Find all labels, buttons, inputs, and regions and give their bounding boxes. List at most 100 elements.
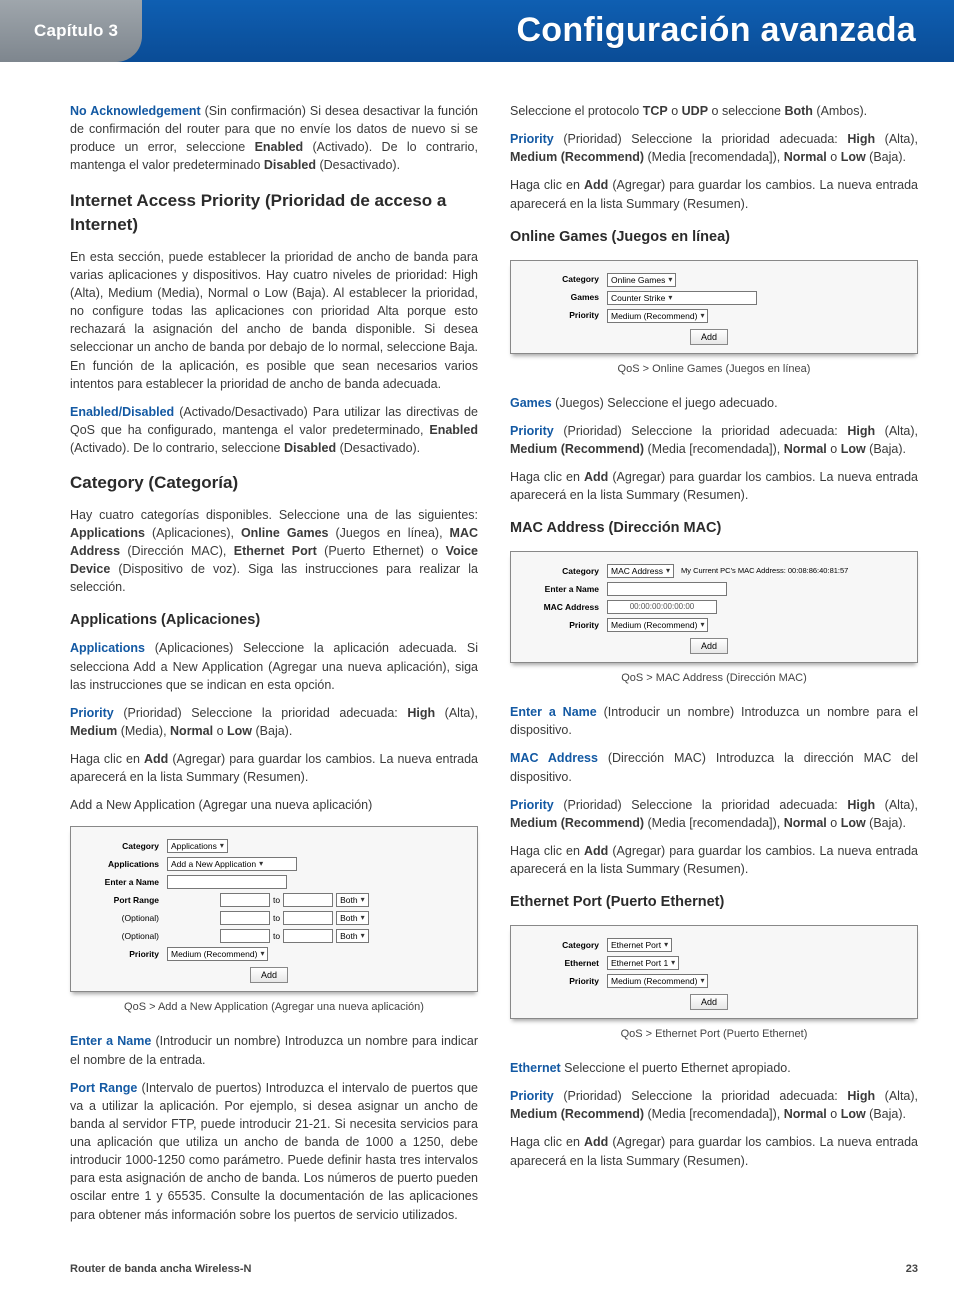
text: o [827,1107,841,1121]
label-applications: Applications [71,858,167,870]
para-mac-add: Haga clic en Add (Agregar) para guardar … [510,842,918,878]
add-button[interactable]: Add [690,329,728,345]
text: (Alta), [875,424,918,438]
text: (Ambos). [813,104,867,118]
bold: Add [584,1135,608,1149]
para-mac-enter-name: Enter a Name (Introducir un nombre) Intr… [510,703,918,739]
input-enter-name[interactable] [167,875,287,889]
para-port-range: Port Range (Intervalo de puertos) Introd… [70,1079,478,1224]
input-port-to-1[interactable] [283,893,333,907]
bold: High [847,798,875,812]
text: Hay cuatro categorías disponibles. Selec… [70,508,478,522]
bold: Normal [170,724,213,738]
bold: Ethernet Port [234,544,317,558]
label-category: Category [71,840,167,852]
select-game[interactable]: Counter Strike [607,291,757,305]
label-priority: Priority [511,309,607,321]
label-priority: Priority [511,975,607,987]
select-category[interactable]: MAC Address [607,564,674,578]
text: (Prioridad) Seleccione la prioridad adec… [554,1089,848,1103]
term-priority: Priority [510,424,554,438]
select-applications[interactable]: Add a New Application [167,857,297,871]
footer-left: Router de banda ancha Wireless-N [70,1262,251,1278]
para-apps-add: Haga clic en Add (Agregar) para guardar … [70,750,478,786]
bold: Normal [784,442,827,456]
text: Seleccione el puerto Ethernet apropiado. [561,1061,791,1075]
text: (Aplicaciones), [145,526,241,540]
para-categories: Hay cuatro categorías disponibles. Selec… [70,506,478,597]
heading-ethernet-port: Ethernet Port (Puerto Ethernet) [510,892,918,913]
term-mac-address: MAC Address [510,751,598,765]
heading-applications: Applications (Aplicaciones) [70,610,478,631]
input-mac-address[interactable]: 00:00:00:00:00:00 [607,600,717,614]
term-games: Games [510,396,552,410]
text: (Dirección MAC), [120,544,234,558]
bold: Add [144,752,168,766]
para-iap-intro: En esta sección, puede establecer la pri… [70,248,478,393]
term-enabled-disabled: Enabled/Disabled [70,405,174,419]
text: (Baja). [252,724,292,738]
para-applications: Applications (Aplicaciones) Seleccione l… [70,639,478,693]
select-priority[interactable]: Medium (Recommend) [607,618,708,632]
input-port-from-3[interactable] [220,929,270,943]
select-proto-3[interactable]: Both [336,929,369,943]
text: (Baja). [866,1107,906,1121]
term-priority: Priority [510,1089,554,1103]
text: (Media [recomendada]), [644,442,784,456]
text: Haga clic en [510,1135,584,1149]
para-games-add: Haga clic en Add (Agregar) para guardar … [510,468,918,504]
bold: High [407,706,435,720]
input-enter-name[interactable] [607,582,727,596]
left-column: No Acknowledgement (Sin confirmación) Si… [70,102,478,1240]
bold: Enabled [255,140,304,154]
bold: Medium [70,724,117,738]
para-proto-priority: Priority (Prioridad) Seleccione la prior… [510,130,918,166]
text: (Baja). [866,816,906,830]
select-priority[interactable]: Medium (Recommend) [607,974,708,988]
select-priority[interactable]: Medium (Recommend) [607,309,708,323]
add-button[interactable]: Add [250,967,288,983]
select-priority[interactable]: Medium (Recommend) [167,947,268,961]
screenshot-qos-applications: Category Applications Applications Add a… [70,826,478,992]
input-port-from-2[interactable] [220,911,270,925]
text: (Prioridad) Seleccione la prioridad adec… [554,424,848,438]
label-enter-name: Enter a Name [71,876,167,888]
text-current-mac: My Current PC's MAC Address: 00:08:86:40… [681,566,848,577]
select-proto-1[interactable]: Both [336,893,369,907]
caption-mac: QoS > MAC Address (Dirección MAC) [510,671,918,687]
text: (Baja). [866,150,906,164]
label-games: Games [511,291,607,303]
bold: Low [227,724,252,738]
page-footer: Router de banda ancha Wireless-N 23 [0,1262,954,1298]
add-button[interactable]: Add [690,638,728,654]
text: Haga clic en [510,470,584,484]
heading-category: Category (Categoría) [70,471,478,496]
select-category[interactable]: Ethernet Port [607,938,672,952]
bold: Add [584,178,608,192]
label-port-range: Port Range [71,894,167,906]
text: Seleccione el protocolo [510,104,643,118]
bold: Medium (Recommend) [510,442,644,456]
text-to: to [273,912,280,924]
bold: Online Games [241,526,329,540]
bold: Disabled [264,158,316,172]
label-category: Category [511,939,607,951]
bold: Medium (Recommend) [510,1107,644,1121]
select-ethernet-port[interactable]: Ethernet Port 1 [607,956,679,970]
input-port-to-3[interactable] [283,929,333,943]
text: (Prioridad) Seleccione la prioridad adec… [114,706,408,720]
text: o [827,442,841,456]
bold: Medium (Recommend) [510,816,644,830]
input-port-to-2[interactable] [283,911,333,925]
add-button[interactable]: Add [690,994,728,1010]
text: (Intervalo de puertos) Introduzca el int… [70,1081,478,1222]
para-add-new-app-title: Add a New Application (Agregar una nueva… [70,796,478,814]
text-to: to [273,930,280,942]
select-category[interactable]: Online Games [607,273,676,287]
select-category[interactable]: Applications [167,839,228,853]
text: (Juegos en línea), [329,526,450,540]
term-priority: Priority [510,132,554,146]
input-port-from-1[interactable] [220,893,270,907]
bold: Low [841,1107,866,1121]
select-proto-2[interactable]: Both [336,911,369,925]
